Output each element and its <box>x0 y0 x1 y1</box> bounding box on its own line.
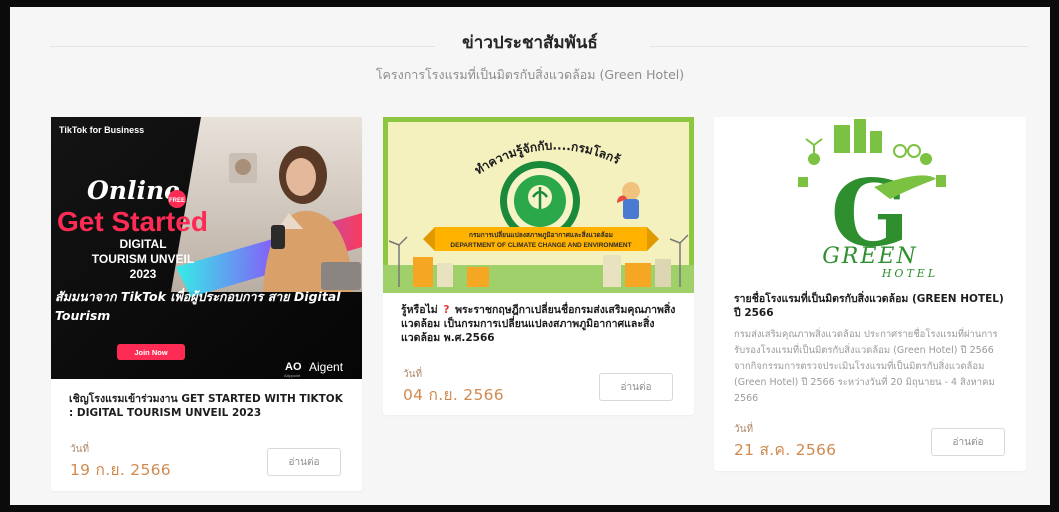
svg-text:GREEN: GREEN <box>822 244 918 269</box>
climate-dept-banner-graphic: ทำความรู้จักกับ....กรมโลกร้อน ? กรมการเป… <box>383 117 694 293</box>
news-card-title[interactable]: รู้หรือไม่ ? พระราชกฤษฎีกาเปลี่ยนชื่อกรม… <box>401 303 676 345</box>
svg-text:AO: AO <box>285 361 302 373</box>
svg-text:Get Started: Get Started <box>57 206 208 237</box>
news-card-green-hotel[interactable]: G GREEN HOTEL รายชื่อโรงแรมที่เป็นมิตรกั… <box>714 117 1026 471</box>
date-label: วันที่ <box>403 369 423 380</box>
tiktok-banner-graphic: TikTok for Business Online FREE Get Star… <box>51 117 362 379</box>
green-hotel-logo-image[interactable]: G GREEN HOTEL <box>714 117 1026 287</box>
read-more-button[interactable]: อ่านต่อ <box>599 373 673 401</box>
news-card-description: กรมส่งเสริมคุณภาพสิ่งแวดล้อม ประกาศรายชื… <box>734 329 998 404</box>
news-card-title[interactable]: รายชื่อโรงแรมที่เป็นมิตรกับสิ่งแวดล้อม (… <box>734 292 1008 320</box>
svg-text:TOURISM UNVEIL: TOURISM UNVEIL <box>92 252 194 266</box>
svg-text:กรมการเปลี่ยนแปลงสภาพภูมิอากาศ: กรมการเปลี่ยนแปลงสภาพภูมิอากาศและสิ่งแวด… <box>469 229 613 240</box>
read-more-button[interactable]: อ่านต่อ <box>267 448 341 476</box>
svg-text:Join Now: Join Now <box>134 348 167 357</box>
title-prefix: รู้หรือไม่ <box>401 304 438 316</box>
news-card-title[interactable]: เชิญโรงแรมเข้าร่วมงาน GET STARTED WITH T… <box>69 392 344 420</box>
svg-text:2023: 2023 <box>130 267 157 281</box>
news-date: 04 ก.ย. 2566 <box>403 386 504 404</box>
tiktok-banner-image[interactable]: TikTok for Business Online FREE Get Star… <box>51 117 362 379</box>
svg-text:HOTEL: HOTEL <box>881 267 938 280</box>
climate-dept-banner-image[interactable]: ทำความรู้จักกับ....กรมโลกร้อน ? กรมการเป… <box>383 117 694 293</box>
news-card-climate-dept[interactable]: ทำความรู้จักกับ....กรมโลกร้อน ? กรมการเป… <box>383 117 694 415</box>
svg-text:AAppoint: AAppoint <box>284 373 301 378</box>
section-subtitle: โครงการโรงแรมที่เป็นมิตรกับสิ่งแวดล้อม (… <box>375 67 685 82</box>
read-more-button[interactable]: อ่านต่อ <box>931 428 1005 456</box>
section-title: ข่าวประชาสัมพันธ์ <box>462 33 598 53</box>
svg-text:Online: Online <box>87 176 180 205</box>
green-hotel-logo-graphic: G GREEN HOTEL <box>714 117 1026 287</box>
news-card-tiktok[interactable]: TikTok for Business Online FREE Get Star… <box>51 117 362 491</box>
svg-text:DEPARTMENT OF CLIMATE CHANGE A: DEPARTMENT OF CLIMATE CHANGE AND ENVIRON… <box>450 242 631 249</box>
svg-text:Aigent: Aigent <box>309 360 344 374</box>
news-date: 21 ส.ค. 2566 <box>734 441 837 459</box>
date-label: วันที่ <box>70 444 90 455</box>
news-date: 19 ก.ย. 2566 <box>70 461 171 479</box>
svg-text:FREE: FREE <box>169 198 185 204</box>
question-icon: ? <box>443 304 450 316</box>
tiktok-banner-tagline: สัมมนาจาก TikTok เพื่อผู้ประกอบการ สาย D… <box>55 289 341 323</box>
tiktok-logo-text: TikTok for Business <box>59 125 144 135</box>
news-section: ข่าวประชาสัมพันธ์ โครงการโรงแรมที่เป็นมิ… <box>10 7 1050 505</box>
svg-text:DIGITAL: DIGITAL <box>119 237 166 251</box>
date-label: วันที่ <box>734 424 754 435</box>
